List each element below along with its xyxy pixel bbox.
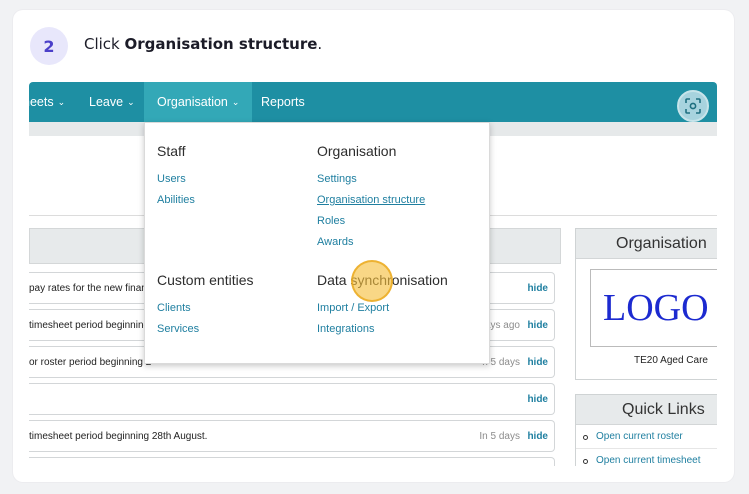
menu-item-roles[interactable]: Roles — [317, 215, 345, 227]
menu-item-awards[interactable]: Awards — [317, 236, 353, 248]
step-card: 2 Click Organisation structure. heets⌄ L… — [13, 10, 734, 482]
nav-timesheets-label: heets — [29, 95, 54, 109]
chevron-down-icon: ⌄ — [127, 97, 135, 107]
content-top-strip — [490, 122, 717, 136]
menu-item-clients[interactable]: Clients — [157, 302, 191, 314]
organisation-box-title: Organisation — [576, 229, 717, 259]
quick-link-item[interactable]: Open current timesheet — [576, 449, 717, 466]
nav-timesheets[interactable]: heets⌄ — [29, 82, 65, 122]
notice-text: timesheet period beginning — [29, 320, 150, 331]
notice-text: or roster period beginning 2 — [29, 357, 152, 368]
notice-item: timesheet period beginning 28th August. … — [29, 420, 555, 452]
step-number-badge: 2 — [30, 27, 68, 65]
instruction-target: Organisation structure — [124, 35, 318, 53]
menu-item-abilities[interactable]: Abilities — [157, 194, 195, 206]
notice-text: timesheet period beginning 28th August. — [29, 431, 208, 442]
nav-leave-label: Leave — [89, 95, 124, 109]
notice-days: In 5 days — [479, 431, 520, 442]
quick-links-box: Quick Links Open current roster Open cur… — [575, 394, 717, 466]
notice-item: hide — [29, 383, 555, 415]
menu-heading-staff: Staff — [157, 143, 186, 159]
menu-item-integrations[interactable]: Integrations — [317, 323, 374, 335]
menu-item-settings[interactable]: Settings — [317, 173, 357, 185]
menu-item-services[interactable]: Services — [157, 323, 199, 335]
chevron-down-icon: ⌄ — [231, 97, 240, 107]
top-navbar: heets⌄ Leave⌄ Organisation⌄ Reports — [29, 82, 717, 122]
nav-reports-label: Reports — [261, 95, 305, 109]
chevron-down-icon: ⌄ — [57, 97, 66, 107]
organisation-name: TE20 Aged Care — [634, 355, 708, 366]
content-top-strip — [29, 122, 144, 136]
hide-link[interactable]: hide — [527, 431, 548, 442]
menu-item-import-export[interactable]: Import / Export — [317, 302, 389, 314]
scan-icon — [685, 98, 701, 114]
instruction-prefix: Click — [84, 35, 125, 53]
quick-links-title: Quick Links — [576, 395, 717, 425]
hide-link[interactable]: hide — [527, 394, 548, 405]
nav-reports[interactable]: Reports — [261, 82, 305, 122]
organisation-box: Organisation LOGO TE20 Aged Care — [575, 228, 717, 380]
hide-link[interactable]: hide — [527, 283, 548, 294]
click-indicator — [351, 260, 393, 302]
organisation-dropdown-menu: Staff Users Abilities Organisation Setti… — [144, 122, 490, 364]
nav-organisation[interactable]: Organisation ⌄ — [144, 82, 253, 122]
instruction-suffix: . — [317, 35, 323, 53]
app-screenshot: heets⌄ Leave⌄ Organisation⌄ Reports — [29, 82, 717, 466]
notice-text: pay rates for the new finan — [29, 283, 147, 294]
organisation-logo: LOGO — [590, 269, 717, 347]
hide-link[interactable]: hide — [527, 320, 548, 331]
menu-heading-organisation: Organisation — [317, 143, 397, 159]
menu-item-organisation-structure[interactable]: Organisation structure — [317, 194, 425, 206]
menu-item-users[interactable]: Users — [157, 173, 186, 185]
quick-link-item[interactable]: Open current roster — [576, 425, 717, 449]
step-instruction: Click Organisation structure. — [84, 35, 322, 53]
menu-heading-custom-entities: Custom entities — [157, 272, 254, 288]
notice-item — [29, 457, 555, 466]
nav-leave[interactable]: Leave ⌄ — [89, 82, 135, 122]
hide-link[interactable]: hide — [527, 357, 548, 368]
scan-button[interactable] — [677, 90, 709, 122]
nav-organisation-label: Organisation — [157, 95, 228, 109]
